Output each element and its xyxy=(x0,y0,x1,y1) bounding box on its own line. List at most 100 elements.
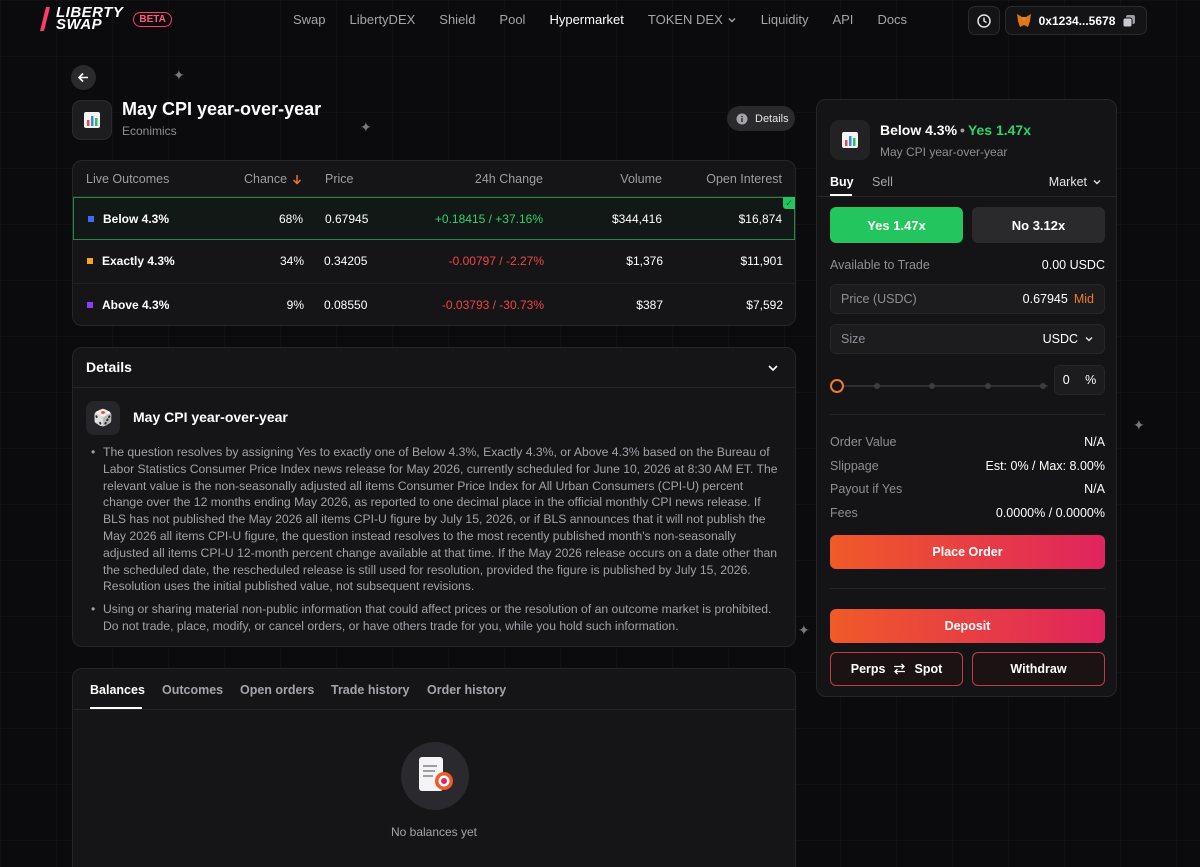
chevron-down-icon xyxy=(728,17,736,22)
header-open-interest: Open Interest xyxy=(706,172,782,186)
no-button[interactable]: No 3.12x xyxy=(972,207,1105,243)
nav-hypermarket[interactable]: Hypermarket xyxy=(549,12,623,27)
tab-sell[interactable]: Sell xyxy=(872,175,893,189)
fees-value: 0.0000% / 0.0000% xyxy=(995,506,1105,520)
tab-outcomes[interactable]: Outcomes xyxy=(162,683,223,697)
tab-trade-history[interactable]: Trade history xyxy=(331,683,410,697)
sparkle-decoration: ✦ xyxy=(1133,417,1145,433)
header-chance[interactable]: Chance xyxy=(244,172,302,186)
header-live-outcomes: Live Outcomes xyxy=(86,172,170,186)
table-row[interactable]: Exactly 4.3% 34% 0.34205 -0.00797 / -2.2… xyxy=(73,240,795,283)
tab-order-history[interactable]: Order history xyxy=(427,683,506,697)
size-unit-select[interactable]: USDC xyxy=(1043,332,1094,346)
outcome-open-interest: $7,592 xyxy=(746,298,783,312)
size-label: Size xyxy=(841,332,866,346)
document-icon xyxy=(419,757,453,791)
empty-state-text: No balances yet xyxy=(390,825,478,839)
active-tab-indicator xyxy=(90,707,142,709)
back-button[interactable] xyxy=(71,65,96,90)
tab-divider xyxy=(817,196,1116,197)
order-title-separator: • xyxy=(960,122,965,138)
place-order-button[interactable]: Place Order xyxy=(830,535,1105,569)
nav-shield[interactable]: Shield xyxy=(439,12,475,27)
size-slider[interactable] xyxy=(830,378,1048,394)
nav-swap[interactable]: Swap xyxy=(293,12,326,27)
nav-liquidity[interactable]: Liquidity xyxy=(761,12,809,27)
slider-handle[interactable] xyxy=(830,379,844,393)
slippage-value[interactable]: Est: 0% / Max: 8.00% xyxy=(986,459,1106,473)
details-button[interactable]: Details xyxy=(727,106,795,131)
chevron-down-icon xyxy=(1093,180,1101,185)
brand-logo[interactable]: LIBERTY SWAP BETA xyxy=(40,5,172,32)
order-value-row: Order Value N/A xyxy=(830,435,1105,449)
resolution-rules: The question resolves by assigning Yes t… xyxy=(91,444,783,641)
order-outcome: Below 4.3% xyxy=(880,122,958,138)
nav-libertydex[interactable]: LibertyDEX xyxy=(350,12,416,27)
details-header[interactable]: Details xyxy=(73,348,795,388)
order-type-select[interactable]: Market xyxy=(1049,175,1102,189)
size-field[interactable]: Size USDC xyxy=(830,324,1105,354)
balances-tabs: Balances Outcomes Open orders Trade hist… xyxy=(73,669,795,710)
outcome-name: Above 4.3% xyxy=(102,298,170,312)
percent-sign: % xyxy=(1085,373,1097,387)
size-unit: USDC xyxy=(1042,332,1078,346)
order-title: Below 4.3% • Yes 1.47x xyxy=(880,122,1031,138)
chevron-down-icon[interactable] xyxy=(766,361,780,375)
top-header: LIBERTY SWAP BETA Swap LibertyDEX Shield… xyxy=(0,0,1200,42)
details-heading: Details xyxy=(86,359,132,375)
selected-check-icon: ✓ xyxy=(783,197,795,209)
perps-spot-transfer-button[interactable]: Perps Spot xyxy=(830,652,963,686)
outcome-chance: 9% xyxy=(286,298,304,312)
slider-step-dot xyxy=(1040,383,1046,389)
wallet-button[interactable]: 0x1234...5678 xyxy=(1005,6,1147,35)
details-button-label: Details xyxy=(755,112,789,125)
order-value-label: Order Value xyxy=(830,435,897,449)
tab-buy[interactable]: Buy xyxy=(830,175,854,189)
main-nav: Swap LibertyDEX Shield Pool Hypermarket … xyxy=(293,12,931,27)
tab-open-orders[interactable]: Open orders xyxy=(240,683,314,697)
tab-balances[interactable]: Balances xyxy=(90,683,145,697)
logo-mark-icon xyxy=(40,7,50,31)
page-title: May CPI year-over-year xyxy=(122,99,322,119)
copy-icon[interactable] xyxy=(1122,14,1136,28)
history-button[interactable] xyxy=(968,6,1000,35)
chart-icon xyxy=(842,132,858,148)
balances-panel: Balances Outcomes Open orders Trade hist… xyxy=(72,668,796,867)
history-clock-icon xyxy=(977,13,991,28)
outcome-name: Below 4.3% xyxy=(103,212,170,226)
table-header: Live Outcomes Chance Price 24h Change Vo… xyxy=(73,161,795,197)
nav-api[interactable]: API xyxy=(832,12,853,27)
details-subtitle: May CPI year-over-year xyxy=(133,409,288,425)
sparkle-decoration: ✦ xyxy=(173,67,185,83)
outcome-24h-change: -0.00797 / -2.27% xyxy=(448,254,544,268)
outcome-price: 0.08550 xyxy=(324,298,368,312)
divider xyxy=(830,588,1105,589)
table-row[interactable]: Below 4.3% 68% 0.67945 +0.18415 / +37.16… xyxy=(73,197,795,240)
nav-pool[interactable]: Pool xyxy=(499,12,525,27)
rule-bullet: Using or sharing material non-public inf… xyxy=(91,601,783,635)
fees-label: Fees xyxy=(830,506,858,520)
price-label: Price (USDC) xyxy=(841,292,917,306)
chart-icon xyxy=(84,112,100,128)
outcome-volume: $1,376 xyxy=(626,254,663,268)
outcomes-table: Live Outcomes Chance Price 24h Change Vo… xyxy=(72,160,796,326)
table-row[interactable]: Above 4.3% 9% 0.08550 -0.03793 / -30.73%… xyxy=(73,283,795,325)
sparkle-decoration: ✦ xyxy=(798,622,810,638)
mid-price-button[interactable]: Mid xyxy=(1074,292,1094,306)
spot-label: Spot xyxy=(914,662,943,676)
price-value-group: 0.67945 Mid xyxy=(1023,292,1094,306)
percent-input[interactable]: 0 % xyxy=(1054,365,1105,395)
sparkle-decoration: ✦ xyxy=(360,119,372,135)
yes-button-label: Yes 1.47x xyxy=(867,217,926,233)
withdraw-button[interactable]: Withdraw xyxy=(972,652,1105,686)
details-panel: Details 🎲 May CPI year-over-year The que… xyxy=(72,347,796,647)
outcome-volume: $344,416 xyxy=(611,212,662,226)
price-field[interactable]: Price (USDC) 0.67945 Mid xyxy=(830,284,1105,314)
nav-token-dex[interactable]: TOKEN DEX xyxy=(648,12,737,27)
nav-docs[interactable]: Docs xyxy=(877,12,907,27)
yes-button[interactable]: Yes 1.47x xyxy=(830,207,963,243)
outcome-24h-change: +0.18415 / +37.16% xyxy=(434,212,543,226)
outcome-price: 0.67945 xyxy=(325,212,369,226)
deposit-button[interactable]: Deposit xyxy=(830,609,1105,643)
slider-step-dot xyxy=(929,383,935,389)
